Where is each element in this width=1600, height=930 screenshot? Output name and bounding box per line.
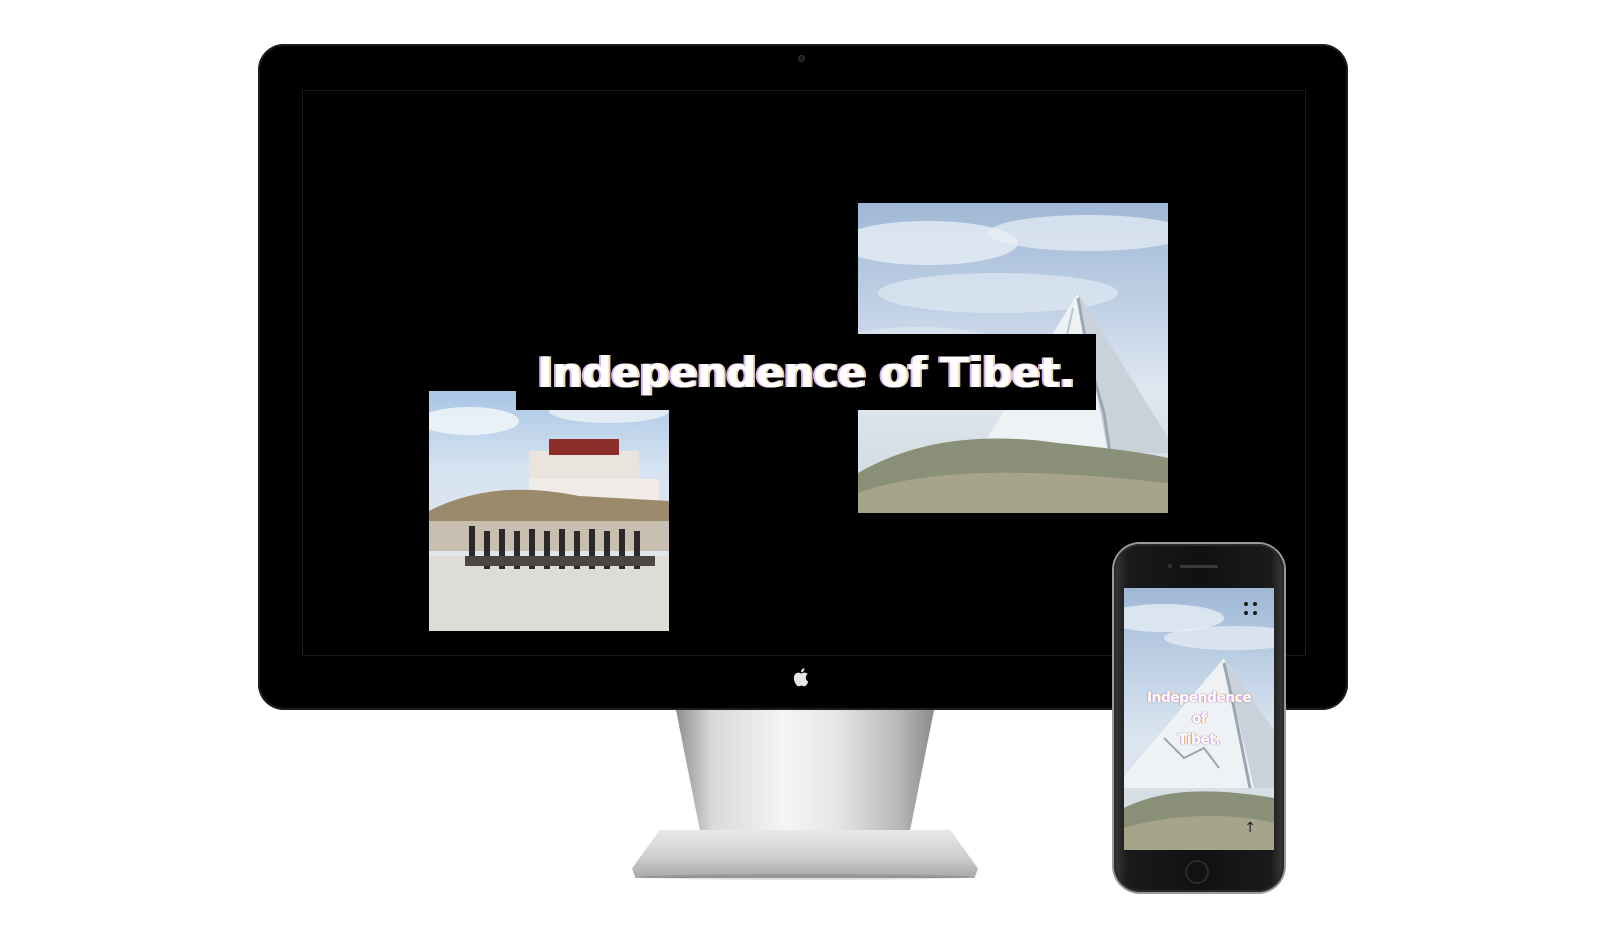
phone-screen: Independence of Tibet. ↑ <box>1124 588 1274 850</box>
headline-banner: Independence of Tibet. <box>516 334 1096 410</box>
phone-page-title: Independence of Tibet. <box>1124 688 1274 751</box>
phone-title-line: of <box>1191 711 1207 727</box>
device-mockup-stage: Independence of Tibet. Independence of T… <box>0 0 1600 930</box>
arrow-up-icon[interactable]: ↑ <box>1244 820 1256 836</box>
page-title: Independence of Tibet. <box>537 347 1075 397</box>
phone-speaker <box>1180 565 1218 568</box>
webcam <box>798 55 805 62</box>
phone-front-camera <box>1168 564 1172 568</box>
monitor-stand-neck <box>676 710 934 840</box>
potala-palace-parade-photo <box>429 391 669 631</box>
phone-title-line: Tibet. <box>1177 732 1221 748</box>
phone-title-line: Independence <box>1146 690 1252 706</box>
apple-logo-icon <box>793 668 809 687</box>
monitor-stand-base <box>632 830 978 878</box>
grid-dots-icon[interactable] <box>1244 602 1258 616</box>
palace-scene <box>429 399 669 631</box>
phone-device: Independence of Tibet. ↑ <box>1114 544 1284 892</box>
monitor-stand-shadow <box>640 874 970 880</box>
phone-home-button[interactable] <box>1185 860 1209 884</box>
